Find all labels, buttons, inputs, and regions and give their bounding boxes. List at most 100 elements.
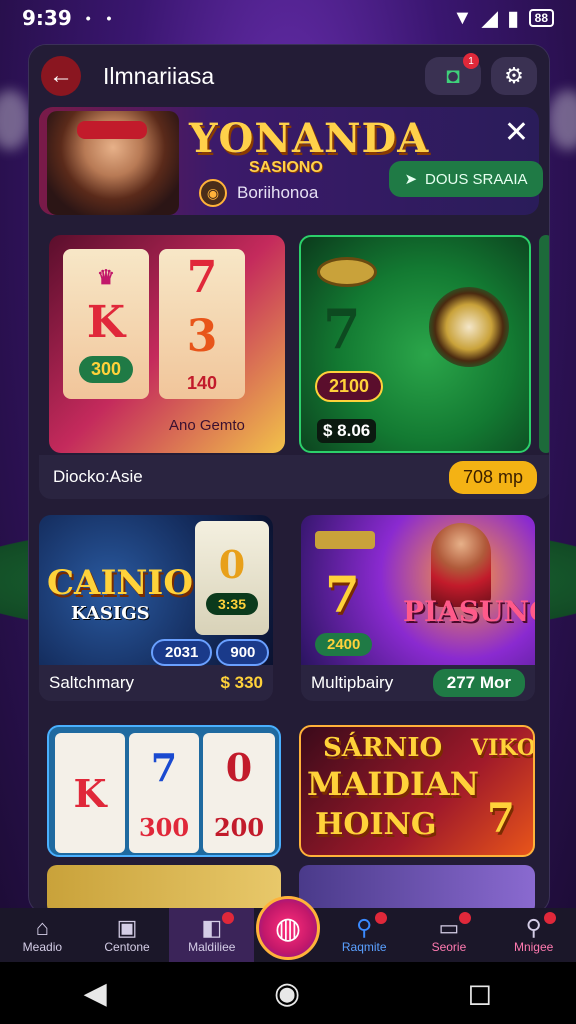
nav-item-seorie[interactable]: ▭ Seorie xyxy=(407,908,492,962)
bell-icon: ◘ xyxy=(446,63,460,88)
battery-icon: 88 xyxy=(528,9,554,27)
banner-subtitle: Boriihonoa xyxy=(237,183,319,202)
roulette-pill: 2100 xyxy=(315,371,384,402)
reel-symbol: K xyxy=(86,297,126,348)
reel-value: 300 xyxy=(138,812,190,842)
reel-symbol: 7 xyxy=(150,744,178,790)
game-thumbnail: 7 2400 PIASUNO xyxy=(301,515,535,665)
nav-label: Seorie xyxy=(431,940,467,954)
top-bar: ← Ilmnariiasa ◘ 1 ⚙ xyxy=(29,45,549,107)
close-banner-button[interactable]: ✕ xyxy=(504,115,529,150)
card-side-label: VIKO xyxy=(471,735,535,761)
nav-badge xyxy=(222,912,235,924)
chat-icon: ◍ xyxy=(274,911,302,945)
page-title: Ilmnariiasa xyxy=(103,62,215,89)
signal-icon: ◢ xyxy=(482,7,498,30)
main-panel: ← Ilmnariiasa ◘ 1 ⚙ YONANDA SASIONO ✕ ◉ … xyxy=(28,44,550,914)
slot-reel: 0 200 xyxy=(203,733,275,853)
download-button[interactable]: ➤ DOUS SRAAIA xyxy=(389,161,543,197)
back-button[interactable]: ← xyxy=(41,56,81,96)
nav-badge xyxy=(374,912,387,924)
home-circle-icon[interactable]: ◉ xyxy=(274,976,300,1011)
featured-footer: Ano Gemto xyxy=(169,417,245,434)
status-dots: • • xyxy=(85,10,118,26)
monitor-icon: ▭ xyxy=(438,915,460,940)
game-card-piasuno[interactable]: 7 2400 PIASUNO Multipbairy 277 Mor xyxy=(301,515,535,701)
nav-badge xyxy=(459,912,472,924)
sim-icon: ▮ xyxy=(507,7,519,30)
zoom-icon: ⚲ xyxy=(525,915,542,940)
reel-symbol: 0 xyxy=(225,744,253,790)
wifi-icon: ▼ xyxy=(452,6,473,29)
card-amount-button[interactable]: 277 Mor xyxy=(432,669,525,697)
slot-reel: 7 300 xyxy=(129,733,199,853)
center-action-button[interactable]: ◍ xyxy=(256,896,320,960)
notifications-button[interactable]: ◘ 1 xyxy=(425,53,481,95)
featured-amount-button[interactable]: 708 mp xyxy=(448,460,537,494)
featured-slot-card[interactable]: ♛ K 300 7 3 140 Ano Gemto xyxy=(49,235,285,453)
card-pill: 900 xyxy=(216,639,270,666)
featured-roulette-card[interactable]: 7 2100 $ 8.06 xyxy=(299,235,531,453)
card-caption: Multipbairy xyxy=(311,673,394,692)
game-card-peek-left[interactable] xyxy=(47,865,281,913)
game-thumbnail: CAINIO KASIGS 0 3:35 2031 900 xyxy=(39,515,273,666)
featured-caption: Diocko:Asie xyxy=(53,467,143,486)
briefcase-icon: ▣ xyxy=(116,915,138,940)
reel-pill: 140 xyxy=(186,372,218,393)
game-title-line1: CAINIO xyxy=(47,563,193,603)
roulette-wheel-icon xyxy=(429,287,509,367)
featured-caption-bar: Diocko:Asie 708 mp xyxy=(39,455,549,499)
roulette-price: $ 8.06 xyxy=(317,419,377,443)
settings-button[interactable]: ⚙ xyxy=(491,57,537,95)
nav-item-mnigee[interactable]: ⚲ Mnigee xyxy=(491,908,576,962)
mini-reel: 0 3:35 xyxy=(195,521,269,635)
nav-item-centone[interactable]: ▣ Centone xyxy=(85,908,170,962)
crest-icon xyxy=(315,531,375,549)
card-caption-bar: Multipbairy 277 Mor xyxy=(301,665,535,701)
system-navigation-bar: ◀ ◉ ◻ xyxy=(0,962,576,1024)
reel-symbol: 3 xyxy=(186,310,218,362)
game-card-cainio[interactable]: CAINIO KASIGS 0 3:35 2031 900 Saltchmary… xyxy=(39,515,273,701)
game-card-mahjong[interactable]: SÁRNIO MAIDIAN HOING VIKO 7 xyxy=(299,725,535,857)
banner-logo: YONANDA xyxy=(189,115,430,162)
carousel-peek-card[interactable] xyxy=(539,235,549,453)
nav-label: Raqmite xyxy=(341,940,387,954)
nav-label: Centone xyxy=(104,940,150,954)
banner-logo-sub: SASIONO xyxy=(249,159,323,176)
nav-item-maldiliee[interactable]: ◧ Maldiliee xyxy=(169,908,255,962)
reel-symbol: 0 xyxy=(218,541,246,587)
card-amount[interactable]: $ 330 xyxy=(220,673,263,693)
play-icon: ➤ xyxy=(404,171,418,188)
nav-item-home[interactable]: ⌂ Meadio xyxy=(0,908,85,962)
home-icon: ⌂ xyxy=(35,915,49,940)
card-line1: SÁRNIO xyxy=(323,733,443,763)
bag-icon: ◧ xyxy=(201,915,223,940)
slot-reel: 7 3 140 xyxy=(159,249,245,399)
game-card-peek-right[interactable] xyxy=(299,865,535,913)
search-icon: ⚲ xyxy=(356,915,373,940)
location-pin-icon: ◉ xyxy=(199,179,227,207)
recents-square-icon[interactable]: ◻ xyxy=(467,976,492,1011)
notification-badge: 1 xyxy=(463,53,479,69)
card-line3: HOING xyxy=(315,807,437,842)
game-title-line2: KASIGS xyxy=(71,603,150,624)
card-caption-bar: Saltchmary $ 330 xyxy=(39,665,273,701)
roulette-number: 7 xyxy=(323,297,361,361)
download-label: DOUS SRAAIA xyxy=(425,170,528,188)
status-bar: 9:39 • • ▼ ◢ ▮ 88 xyxy=(0,0,576,36)
slot-reel: K xyxy=(55,733,125,853)
back-triangle-icon[interactable]: ◀ xyxy=(84,976,107,1011)
game-card-slots[interactable]: K 7 300 0 200 xyxy=(47,725,281,857)
reel-pill: 3:35 xyxy=(205,592,259,615)
card-pills: 2031 900 xyxy=(151,639,270,666)
reel-value: 200 xyxy=(213,812,265,842)
nav-badge xyxy=(543,912,556,924)
card-number: 7 xyxy=(325,565,360,624)
status-time: 9:39 xyxy=(22,6,72,30)
featured-carousel: ♛ K 300 7 3 140 Ano Gemto 7 2100 $ 8.06 … xyxy=(39,233,549,499)
host-avatar xyxy=(47,111,179,215)
nav-item-raqmite[interactable]: ⚲ Raqmite xyxy=(322,908,407,962)
card-pill: 2031 xyxy=(151,639,213,666)
nav-label: Mnigee xyxy=(513,940,554,954)
nav-label: Meadio xyxy=(22,940,63,954)
